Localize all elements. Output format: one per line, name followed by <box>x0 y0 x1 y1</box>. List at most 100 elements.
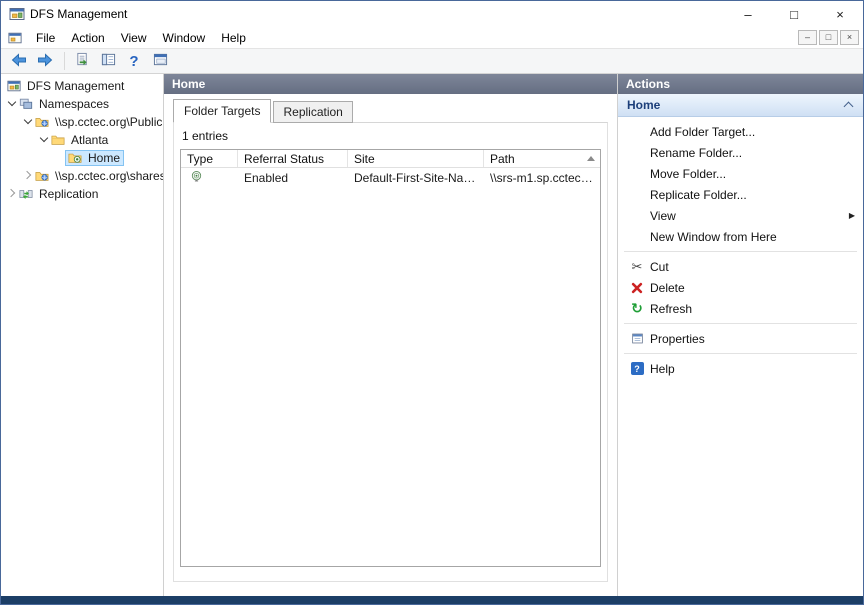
menu-view[interactable]: View <box>113 29 155 47</box>
folder-icon <box>50 133 66 147</box>
results-pane: Home Folder Targets Replication 1 entrie… <box>164 74 618 596</box>
console-tree-toggle-button[interactable] <box>96 50 120 72</box>
tree-item-shares-namespace[interactable]: \\sp.cctec.org\shares <box>1 167 163 185</box>
action-label: Refresh <box>650 302 692 316</box>
help-button[interactable]: ? <box>122 50 146 72</box>
tab-folder-targets[interactable]: Folder Targets <box>173 99 271 123</box>
console-tree-pane: DFS Management Namespaces \\sp.cctec.org… <box>1 74 164 596</box>
forward-button[interactable] <box>33 50 57 72</box>
sort-ascending-icon <box>587 156 595 161</box>
console-tree-icon <box>101 52 116 70</box>
row-site: Default-First-Site-Name <box>348 171 484 185</box>
column-header-path-label: Path <box>490 152 515 166</box>
submenu-arrow-icon: ▶ <box>849 211 855 220</box>
maximize-button[interactable]: □ <box>771 1 817 27</box>
actions-pane: Actions Home Add Folder Target... Rename… <box>618 74 863 596</box>
window-title: DFS Management <box>30 7 127 21</box>
table-row[interactable]: Enabled Default-First-Site-Name \\srs-m1… <box>181 168 600 187</box>
folder-target-icon <box>67 151 83 165</box>
action-replicate-folder[interactable]: Replicate Folder... <box>618 184 863 205</box>
toolbar: ? <box>1 48 863 74</box>
tree-selection: Home <box>66 151 123 165</box>
tree-item-replication[interactable]: Replication <box>1 185 163 203</box>
tree-item-dfs-management[interactable]: DFS Management <box>1 77 163 95</box>
action-move-folder[interactable]: Move Folder... <box>618 163 863 184</box>
action-label: Delete <box>650 281 685 295</box>
mdi-minimize-button[interactable]: – <box>798 30 817 45</box>
back-arrow-icon <box>11 52 27 71</box>
tree-item-home[interactable]: Home <box>1 149 163 167</box>
action-properties[interactable]: Properties <box>618 328 863 349</box>
chevron-collapsed-icon[interactable] <box>22 170 34 182</box>
caption-buttons: – □ × <box>725 1 863 27</box>
mdi-restore-button[interactable]: □ <box>819 30 838 45</box>
column-header-path[interactable]: Path <box>484 150 600 167</box>
tree-item-label: Namespaces <box>37 97 111 111</box>
chevron-up-icon[interactable] <box>844 100 854 110</box>
delete-icon <box>627 282 647 294</box>
action-label: Cut <box>650 260 669 274</box>
action-view[interactable]: View ▶ <box>618 205 863 226</box>
action-add-folder-target[interactable]: Add Folder Target... <box>618 121 863 142</box>
action-rename-folder[interactable]: Rename Folder... <box>618 142 863 163</box>
folder-target-icon <box>190 170 203 186</box>
actions-section-home[interactable]: Home <box>618 94 863 117</box>
new-window-button[interactable] <box>148 50 172 72</box>
column-header-site[interactable]: Site <box>348 150 484 167</box>
export-list-icon <box>75 52 90 70</box>
menu-action[interactable]: Action <box>63 29 112 47</box>
folder-targets-list: Type Referral Status Site Path <box>180 149 601 567</box>
export-list-button[interactable] <box>70 50 94 72</box>
title-bar: DFS Management – □ × <box>1 1 863 27</box>
action-label: Help <box>650 362 675 376</box>
action-help[interactable]: ? Help <box>618 358 863 379</box>
refresh-icon: ↻ <box>627 300 647 317</box>
action-refresh[interactable]: ↻ Refresh <box>618 298 863 319</box>
tree-item-namespaces[interactable]: Namespaces <box>1 95 163 113</box>
actions-separator <box>624 323 857 324</box>
menu-bar: File Action View Window Help – □ × <box>1 27 863 48</box>
row-referral-status: Enabled <box>238 171 348 185</box>
action-label: New Window from Here <box>650 230 777 244</box>
menu-file[interactable]: File <box>28 29 63 47</box>
help-icon: ? <box>129 53 138 70</box>
tree-item-atlanta[interactable]: Atlanta <box>1 131 163 149</box>
results-pane-header: Home <box>164 74 617 94</box>
column-header-referral-status[interactable]: Referral Status <box>238 150 348 167</box>
menu-window[interactable]: Window <box>155 29 214 47</box>
back-button[interactable] <box>7 50 31 72</box>
row-path: \\srs-m1.sp.cctec.org\Sh... <box>484 171 600 185</box>
chevron-collapsed-icon[interactable] <box>6 188 18 200</box>
actions-pane-header: Actions <box>618 74 863 94</box>
minimize-button[interactable]: – <box>725 1 771 27</box>
tree-item-public-namespace[interactable]: \\sp.cctec.org\Public <box>1 113 163 131</box>
close-button[interactable]: × <box>817 1 863 27</box>
tab-replication[interactable]: Replication <box>273 101 352 123</box>
column-header-type[interactable]: Type <box>181 150 238 167</box>
console-icon <box>6 79 22 93</box>
tree-item-label: Atlanta <box>69 133 110 147</box>
mdi-close-button[interactable]: × <box>840 30 859 45</box>
tree-item-label: Replication <box>37 187 100 201</box>
list-header-row: Type Referral Status Site Path <box>181 150 600 168</box>
action-label: Move Folder... <box>650 167 726 181</box>
action-cut[interactable]: ✂ Cut <box>618 256 863 277</box>
tree-item-label: Home <box>86 151 122 165</box>
chevron-expanded-icon[interactable] <box>22 116 34 128</box>
actions-list: Add Folder Target... Rename Folder... Mo… <box>618 117 863 379</box>
new-window-icon <box>153 52 168 70</box>
action-label: Properties <box>650 332 705 346</box>
chevron-expanded-icon[interactable] <box>6 98 18 110</box>
app-icon <box>9 6 25 22</box>
row-type-cell <box>181 170 238 186</box>
namespace-icon <box>34 169 50 183</box>
action-label: View <box>650 209 676 223</box>
cut-icon: ✂ <box>627 259 647 275</box>
menu-help[interactable]: Help <box>213 29 254 47</box>
action-new-window-from-here[interactable]: New Window from Here <box>618 226 863 247</box>
properties-icon <box>627 332 647 345</box>
toolbar-separator <box>64 52 65 70</box>
action-delete[interactable]: Delete <box>618 277 863 298</box>
chevron-expanded-icon[interactable] <box>38 134 50 146</box>
tab-strip: Folder Targets Replication <box>164 94 617 122</box>
